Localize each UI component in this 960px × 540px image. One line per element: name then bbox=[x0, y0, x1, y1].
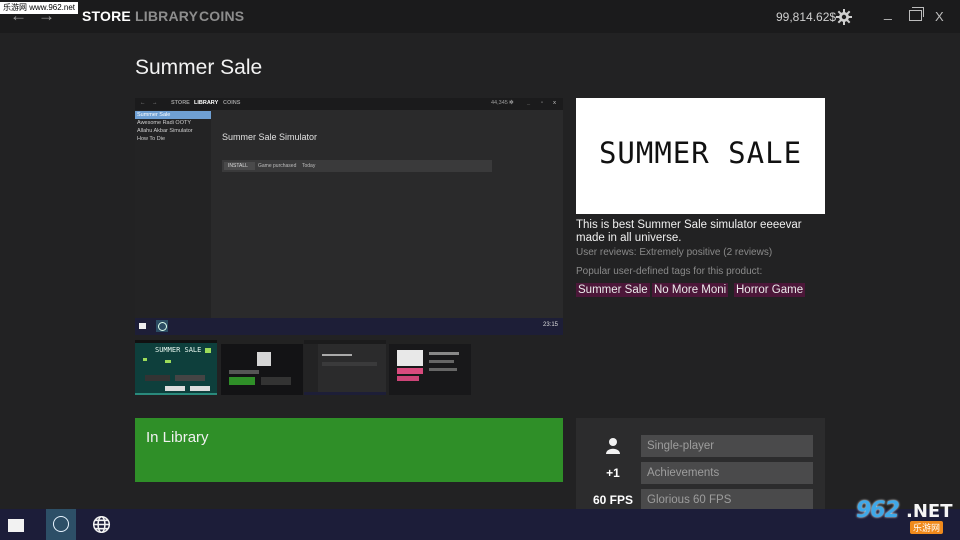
game-banner: SUMMER SALE bbox=[576, 98, 825, 214]
screenshot-install-date: Today bbox=[302, 163, 316, 169]
screenshot-install-bar: INSTALL Game purchased Today bbox=[222, 160, 492, 172]
screenshot-tab-coins: COINS bbox=[223, 100, 241, 106]
minimize-button[interactable]: _ bbox=[884, 4, 892, 20]
in-library-label: In Library bbox=[146, 429, 209, 446]
thumbnail-decor bbox=[429, 352, 459, 355]
plus-one-icon: +1 bbox=[606, 466, 620, 480]
start-icon[interactable] bbox=[8, 519, 24, 532]
fps-icon: 60 FPS bbox=[592, 493, 634, 507]
screenshot-install-label: INSTALL bbox=[228, 163, 248, 169]
thumbnail-decor bbox=[429, 368, 457, 371]
screenshot-start-icon bbox=[139, 323, 146, 329]
screenshot-forward-arrow: → bbox=[152, 100, 158, 106]
thumbnail-decor bbox=[429, 360, 454, 363]
screenshot-cortana-icon bbox=[156, 320, 168, 332]
user-reviews: User reviews: Extremely positive (2 revi… bbox=[576, 247, 773, 258]
screenshot-taskbar: 23:15 bbox=[135, 318, 563, 335]
thumbnail-decor bbox=[165, 360, 171, 363]
tag-no-more-moni[interactable]: No More Moni bbox=[652, 283, 729, 297]
thumbnail-decor bbox=[165, 386, 185, 391]
person-icon bbox=[588, 435, 638, 457]
screenshot-maximize-icon: ▫ bbox=[541, 100, 543, 106]
cortana-icon[interactable] bbox=[46, 509, 76, 540]
thumbnail-decor bbox=[257, 352, 271, 366]
gear-icon[interactable] bbox=[836, 9, 852, 25]
close-button[interactable]: X bbox=[935, 9, 944, 24]
thumbnail-3[interactable] bbox=[304, 340, 386, 395]
logo-number: 962 bbox=[856, 498, 900, 523]
thumbnail-strip: SUMMER SALE bbox=[135, 340, 563, 396]
screenshot-top-bar: ← → STORE LIBRARY COINS 44,345 ✲ _ ▫ x bbox=[135, 98, 563, 110]
screenshot-tab-library: LIBRARY bbox=[194, 100, 219, 106]
thumbnail-decor bbox=[397, 376, 419, 381]
page-title: Summer Sale bbox=[135, 56, 263, 79]
thumbnail-decor bbox=[229, 377, 255, 385]
thumbnail-topbar bbox=[135, 340, 217, 343]
thumbnail-sidebar bbox=[304, 344, 318, 392]
screenshot-minimize-icon: _ bbox=[527, 100, 531, 106]
coin-balance: 99,814.62$ bbox=[776, 10, 837, 24]
screenshot-clock: 23:15 bbox=[543, 322, 559, 328]
logo-domain: .NET bbox=[906, 501, 953, 522]
logo-chinese: 乐游网 bbox=[910, 521, 944, 534]
tag-horror-game[interactable]: Horror Game bbox=[734, 283, 806, 297]
thumbnail-decor bbox=[145, 375, 170, 381]
screenshot-game-title: Summer Sale Simulator bbox=[222, 132, 318, 142]
screenshot-tab-store: STORE bbox=[171, 100, 190, 106]
site-watermark: 乐游网 www.962.net bbox=[0, 2, 79, 14]
thumbnail-decor bbox=[397, 350, 423, 366]
thumbnail-decor bbox=[205, 348, 211, 353]
thumbnail-4[interactable] bbox=[389, 340, 471, 395]
tag-summer-sale[interactable]: Summer Sale bbox=[576, 283, 650, 297]
thumbnail-title: SUMMER SALE bbox=[155, 346, 202, 354]
thumbnail-taskbar bbox=[304, 392, 386, 395]
screenshot-sidebar-item: Awesome Radi OOTY bbox=[137, 120, 192, 126]
in-library-button[interactable]: In Library bbox=[135, 418, 563, 482]
screenshot-balance: 44,345 bbox=[491, 100, 508, 106]
thumbnail-decor bbox=[143, 358, 147, 361]
tab-library[interactable]: LIBRARY bbox=[135, 8, 198, 24]
maximize-button[interactable] bbox=[909, 7, 924, 21]
screenshot-gear-icon: ✲ bbox=[509, 100, 514, 106]
feature-label: Achievements bbox=[641, 462, 813, 484]
thumbnail-decor bbox=[229, 370, 259, 374]
feature-label: Single-player bbox=[641, 435, 813, 457]
thumbnail-decor bbox=[397, 368, 423, 374]
thumbnail-decor bbox=[261, 377, 291, 385]
feature-row: +1 Achievements bbox=[588, 462, 813, 484]
taskbar bbox=[0, 509, 960, 540]
screenshot-sidebar-item: Allahu Akbar Simulator bbox=[137, 128, 193, 134]
game-description: This is best Summer Sale simulator eeeev… bbox=[576, 219, 802, 244]
screenshot-sidebar-item: How To Die bbox=[137, 136, 166, 142]
screenshot-sidebar-item: Summer Sale bbox=[135, 111, 211, 119]
tab-store[interactable]: STORE bbox=[82, 8, 131, 24]
thumbnail-topbar bbox=[221, 340, 303, 344]
feature-row: 60 FPS Glorious 60 FPS bbox=[588, 489, 813, 511]
thumbnail-2[interactable] bbox=[221, 340, 303, 395]
top-bar: 乐游网 www.962.net ← → STORE LIBRARY COINS … bbox=[0, 0, 960, 33]
thumbnail-decor bbox=[175, 375, 205, 381]
site-logo-watermark: 962 .NET 乐游网 bbox=[850, 498, 958, 538]
thumbnail-1[interactable]: SUMMER SALE bbox=[135, 340, 217, 395]
feature-label: Glorious 60 FPS bbox=[641, 489, 813, 511]
main-screenshot[interactable]: ← → STORE LIBRARY COINS 44,345 ✲ _ ▫ x S… bbox=[135, 98, 563, 335]
thumbnail-decor bbox=[322, 362, 377, 366]
features-panel: Single-player +1 Achievements 60 FPS Glo… bbox=[576, 418, 825, 511]
thumbnail-decor bbox=[322, 354, 352, 356]
tab-coins[interactable]: COINS bbox=[199, 8, 244, 24]
screenshot-sidebar: Summer Sale Awesome Radi OOTY Allahu Akb… bbox=[135, 110, 211, 318]
screenshot-back-arrow: ← bbox=[140, 100, 146, 106]
tags-label: Popular user-defined tags for this produ… bbox=[576, 266, 763, 277]
thumbnail-decor bbox=[190, 386, 210, 391]
thumbnail-topbar bbox=[389, 340, 471, 344]
screenshot-close-icon: x bbox=[553, 100, 557, 106]
globe-icon[interactable] bbox=[92, 515, 111, 534]
banner-text: SUMMER SALE bbox=[598, 136, 803, 170]
screenshot-install-status: Game purchased bbox=[258, 163, 297, 169]
feature-row: Single-player bbox=[588, 435, 813, 457]
